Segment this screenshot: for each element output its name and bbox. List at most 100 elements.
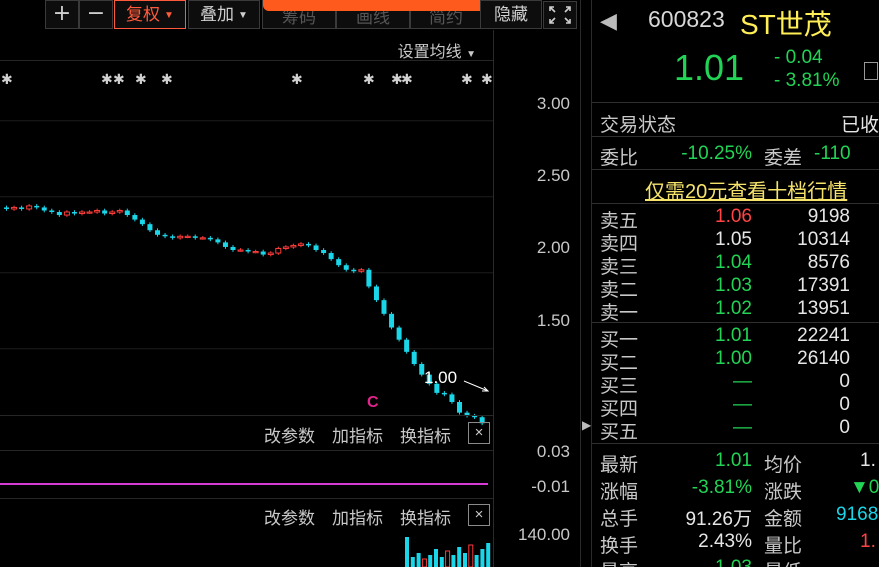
y-tick-label: 2.50 bbox=[536, 166, 570, 185]
candle bbox=[109, 211, 116, 215]
order-book-row[interactable]: 卖四 1.05 10314 bbox=[592, 229, 879, 255]
panel-collapse-handle[interactable]: ▶ bbox=[580, 0, 592, 567]
order-book-row[interactable]: 买一 1.01 22241 bbox=[592, 325, 879, 351]
event-star-icon: ✱ bbox=[1, 72, 13, 88]
sub2-switch-indicator[interactable]: 换指标 bbox=[400, 504, 451, 529]
change-pct-label: 涨幅 bbox=[600, 482, 639, 503]
candle bbox=[199, 237, 206, 240]
volume-bar bbox=[480, 549, 485, 567]
candle bbox=[441, 392, 447, 395]
candle bbox=[389, 313, 395, 328]
weibi-value: -10.25% bbox=[681, 143, 752, 164]
window-icon[interactable] bbox=[864, 62, 878, 80]
volume-bar bbox=[434, 549, 438, 567]
level-price: 1.05 bbox=[715, 229, 752, 250]
weicha-value: -110 bbox=[814, 143, 851, 164]
divider bbox=[592, 169, 879, 170]
fuquan-label: 复权 bbox=[126, 5, 161, 24]
divider bbox=[592, 203, 879, 204]
sub2-close-icon[interactable]: × bbox=[468, 504, 490, 526]
volume-bar bbox=[486, 543, 491, 567]
stock-code: 600823 bbox=[648, 6, 725, 32]
level-price: 1.02 bbox=[715, 298, 752, 319]
candle bbox=[184, 235, 191, 239]
level-price: 1.03 bbox=[715, 275, 752, 296]
sub1-edit-params[interactable]: 改参数 bbox=[264, 422, 315, 447]
y-axis: 3.00 2.50 2.00 1.50 0.03 -0.01 140.00 bbox=[493, 30, 580, 567]
chevron-down-icon: ▼ bbox=[466, 49, 476, 60]
sub1-add-indicator[interactable]: 加指标 bbox=[332, 422, 383, 447]
level-price: 1.00 bbox=[715, 348, 752, 369]
avg-price-value: 1. bbox=[860, 450, 876, 471]
macd-line bbox=[0, 483, 488, 485]
order-book-row[interactable]: 卖一 1.02 13951 bbox=[592, 298, 879, 324]
event-star-icon: ✱ bbox=[101, 72, 113, 88]
candle bbox=[192, 236, 198, 238]
level-volume: 17391 bbox=[797, 275, 850, 296]
quote-panel: ◀ 600823 ST世茂 1.01 - 0.04 - 3.81% 交易状态 已… bbox=[592, 0, 879, 567]
zoom-in-button[interactable]: + bbox=[45, 0, 79, 29]
candle bbox=[124, 210, 130, 216]
candle bbox=[177, 235, 184, 239]
order-book-row[interactable]: 卖五 1.06 9198 bbox=[592, 206, 879, 232]
candle bbox=[207, 237, 213, 240]
level-volume: 13951 bbox=[797, 298, 850, 319]
candle bbox=[139, 219, 145, 225]
order-book-row[interactable]: 买四 —0 bbox=[592, 394, 879, 420]
candle bbox=[34, 205, 40, 208]
candle bbox=[396, 327, 402, 340]
candle bbox=[49, 210, 55, 212]
high-value: 1.03 bbox=[662, 557, 752, 567]
volume-chart[interactable] bbox=[0, 527, 493, 567]
volume-bar bbox=[468, 544, 474, 567]
level-volume: 8576 bbox=[807, 252, 850, 273]
set-ma-dropdown[interactable]: 设置均线 ▼ bbox=[398, 38, 476, 62]
y-tick-label: -0.01 bbox=[531, 477, 570, 496]
candle bbox=[19, 207, 25, 209]
order-book-row[interactable]: 卖二 1.03 17391 bbox=[592, 275, 879, 301]
candle bbox=[116, 209, 123, 213]
trade-status-value: 已收 bbox=[840, 115, 879, 136]
zoom-out-button[interactable]: − bbox=[79, 0, 113, 29]
fullscreen-icon[interactable] bbox=[543, 1, 577, 29]
volume-bar bbox=[463, 553, 467, 567]
order-book-row[interactable]: 买二 1.00 26140 bbox=[592, 348, 879, 374]
candle bbox=[252, 251, 259, 254]
order-book-row[interactable]: 买三 —0 bbox=[592, 371, 879, 397]
candlestick-chart[interactable]: ✱ ✱ ✱ ✱ ✱ ✱ ✱ ✱✱ ✱ ✱ bbox=[0, 60, 493, 440]
ten-level-promo-link[interactable]: 仅需20元查看十档行情 bbox=[645, 175, 847, 204]
event-star-icon: ✱ bbox=[363, 72, 375, 88]
overlay-dropdown[interactable]: 叠加 ▼ bbox=[188, 0, 260, 29]
total-volume-value: 91.26万 bbox=[685, 509, 752, 530]
sub1-divider bbox=[0, 415, 493, 416]
divider bbox=[592, 136, 879, 137]
chevron-right-icon: ▶ bbox=[582, 418, 592, 432]
level-price: 1.01 bbox=[715, 325, 752, 346]
event-c-marker[interactable]: C bbox=[367, 394, 379, 412]
back-arrow-icon[interactable]: ◀ bbox=[600, 8, 617, 34]
candle bbox=[381, 300, 387, 314]
change-value: ▼0. bbox=[850, 477, 879, 498]
chevron-down-icon: ▼ bbox=[164, 10, 174, 22]
divider bbox=[592, 443, 879, 444]
sub2-edit-params[interactable]: 改参数 bbox=[264, 504, 315, 529]
fuquan-dropdown[interactable]: 复权 ▼ bbox=[114, 0, 186, 29]
order-book-row[interactable]: 卖三 1.04 8576 bbox=[592, 252, 879, 278]
sub1-close-icon[interactable]: × bbox=[468, 422, 490, 444]
sub2-add-indicator[interactable]: 加指标 bbox=[332, 504, 383, 529]
change-label: 涨跌 bbox=[764, 482, 803, 503]
candle bbox=[313, 245, 319, 250]
candle bbox=[404, 339, 410, 352]
promo-banner[interactable] bbox=[263, 0, 516, 11]
set-ma-label: 设置均线 bbox=[397, 44, 462, 61]
candle bbox=[457, 402, 462, 413]
hide-button[interactable]: 隐藏 bbox=[480, 0, 542, 29]
candle bbox=[215, 239, 221, 243]
trade-status-label: 交易状态 bbox=[600, 115, 677, 136]
kline-chart-area[interactable]: 设置均线 ▼ ✱ ✱ ✱ ✱ ✱ ✱ ✱ ✱ ✱ ✱ ✱ 1.00 C 3.00 2.50 2.00… bbox=[0, 30, 580, 567]
order-book-row[interactable]: 买五 — 0 bbox=[592, 417, 879, 443]
sub1-switch-indicator[interactable]: 换指标 bbox=[400, 422, 451, 447]
amount-label: 金额 bbox=[764, 509, 803, 530]
level-price: 1.04 bbox=[715, 252, 752, 273]
y-tick-label: 2.00 bbox=[536, 238, 570, 257]
